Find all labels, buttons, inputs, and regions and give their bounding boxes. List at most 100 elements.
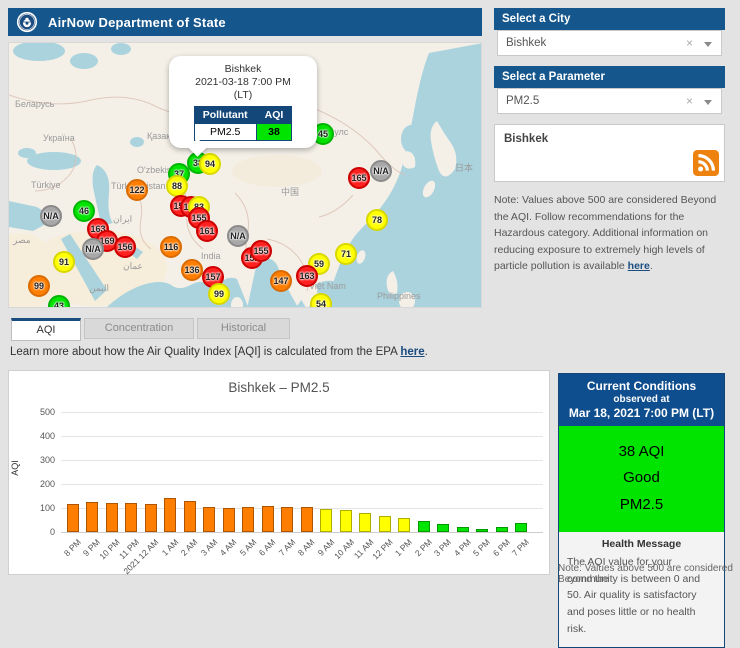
chart-x-tick-label: 11 AM [351, 537, 376, 561]
map-marker-aqi[interactable]: 91 [53, 251, 75, 273]
map-marker-aqi[interactable]: 88 [166, 175, 188, 197]
popup-col-pollutant: Pollutant [193, 106, 257, 125]
popup-city: Bishkek [224, 63, 262, 75]
sidebar-note-suffix: . [649, 260, 653, 273]
chart-x-tick-label: 12 PM [370, 537, 395, 562]
learn-more-link[interactable]: here [400, 346, 424, 358]
rss-icon[interactable] [693, 150, 719, 176]
feed-city-label: Bishkek [504, 133, 549, 145]
map-marker-aqi[interactable]: 161 [196, 220, 218, 242]
chart-x-tick-label: 6 AM [257, 537, 278, 558]
chart-bar [261, 505, 274, 532]
map-marker-aqi[interactable]: N/A [370, 160, 392, 182]
cc-aqi-value: 38 AQI [618, 443, 665, 460]
feed-box: Bishkek [494, 124, 725, 182]
cc-note-clipped: Note: Values above 500 are considered Be… [558, 563, 733, 585]
clear-parameter-icon[interactable]: × [686, 89, 693, 113]
chart-bar [476, 528, 489, 532]
popup-aqi-value: 38 [255, 123, 293, 142]
chart-bar [300, 507, 313, 532]
map-marker-aqi[interactable]: 155 [250, 240, 272, 262]
map-marker-aqi[interactable]: 163 [296, 265, 318, 287]
map-country-label: 中国 [281, 187, 300, 197]
chart-gridline [61, 484, 543, 485]
chart-x-tick-label: 3 AM [198, 537, 220, 558]
map-marker-aqi[interactable]: 165 [348, 167, 370, 189]
map-marker-aqi[interactable]: N/A [82, 238, 104, 260]
chart-y-tick: 200 [39, 479, 55, 489]
map-country-label: عمان [123, 261, 143, 271]
map-marker-aqi[interactable]: 99 [28, 275, 50, 297]
chart-x-tick-label: 2 PM [412, 537, 434, 559]
map-country-label: مصر [13, 235, 31, 245]
clear-city-icon[interactable]: × [686, 31, 693, 55]
map-marker-aqi[interactable]: 94 [199, 153, 221, 175]
map-marker-aqi[interactable]: 99 [208, 283, 230, 305]
chart-bar [398, 518, 411, 532]
chart-y-tick: 0 [49, 527, 55, 537]
chart-bar [164, 498, 177, 532]
chart-x-tick-label: 6 PM [490, 537, 512, 559]
view-tabs: AQI Concentration Historical [11, 318, 293, 341]
chart-x-tick-label: 4 AM [218, 537, 239, 558]
chevron-down-icon[interactable] [704, 42, 712, 47]
chart-y-tick: 100 [39, 503, 55, 513]
chart-x-tick-label: 3 PM [432, 537, 454, 559]
chart-y-tick: 500 [39, 407, 55, 417]
map-marker-aqi[interactable]: N/A [227, 225, 249, 247]
tab-aqi[interactable]: AQI [11, 318, 81, 341]
chart-bar [339, 509, 352, 532]
map-popup: Bishkek 2021-03-18 7:00 PM (LT) Pollutan… [169, 56, 317, 157]
chart-bar [105, 503, 118, 532]
chart-bar [86, 502, 99, 532]
map-country-label: India [201, 251, 221, 261]
learn-more-suffix: . [424, 346, 428, 358]
chart-bar [456, 526, 469, 532]
learn-more-text: Learn more about how the Air Quality Ind… [10, 346, 428, 358]
chart-x-tick-label: 8 AM [296, 537, 317, 558]
map-marker-aqi[interactable]: 136 [181, 259, 203, 281]
map-country-label: Україна [43, 133, 75, 143]
chart-bar [203, 506, 216, 532]
tab-historical[interactable]: Historical [197, 318, 290, 339]
chart-bar [183, 501, 196, 532]
chart-gridline [61, 436, 543, 437]
city-select[interactable]: Bishkek × [497, 30, 722, 56]
map-country-label: Türkiye [31, 180, 61, 190]
chart-x-tick-label: 7 PM [510, 537, 532, 559]
map-marker-aqi[interactable]: N/A [40, 205, 62, 227]
map-marker-aqi[interactable]: 71 [335, 243, 357, 265]
learn-more-prefix: Learn more about how the Air Quality Ind… [10, 346, 401, 358]
map-marker-aqi[interactable]: 78 [366, 209, 388, 231]
chart-bar [359, 512, 372, 532]
chart-x-tick-label: 5 PM [471, 537, 493, 559]
tab-concentration[interactable]: Concentration [84, 318, 194, 339]
map-marker-aqi[interactable]: 116 [160, 236, 182, 258]
chart-bar [495, 527, 508, 532]
cc-aqi-block: 38 AQI Good PM2.5 [559, 426, 724, 532]
chart-x-tick-label: 1 PM [393, 537, 415, 559]
chart-bar [437, 524, 450, 532]
chart-bar [281, 506, 294, 532]
parameter-select[interactable]: PM2.5 × [497, 88, 722, 114]
app-header: AirNow Department of State [8, 8, 482, 36]
chart-bar [222, 507, 235, 532]
map-country-label: 日本 [455, 163, 474, 173]
chart-bar [125, 503, 138, 532]
map-marker-aqi[interactable]: 156 [114, 236, 136, 258]
current-conditions-header: Current Conditions observed at Mar 18, 2… [559, 374, 724, 426]
popup-col-aqi: AQI [255, 106, 293, 125]
sidebar-note-link[interactable]: here [628, 260, 650, 272]
chevron-down-icon[interactable] [704, 100, 712, 105]
city-select-value: Bishkek [506, 37, 547, 49]
popup-table: Pollutant AQI PM2.5 38 [193, 106, 293, 142]
map-country-label: Philippines [377, 291, 421, 301]
map-marker-aqi[interactable]: 54 [310, 293, 332, 307]
chart-x-tick-label: 7 AM [276, 537, 298, 558]
aqi-map[interactable]: Беларусь Україна Қазақстан Türkiye O'zbekist… [8, 42, 482, 308]
map-marker-aqi[interactable]: 147 [270, 270, 292, 292]
cc-health-title: Health Message [601, 537, 682, 550]
map-marker-aqi[interactable]: 122 [126, 179, 148, 201]
popup-pollutant-value: PM2.5 [193, 123, 257, 142]
chart-x-tick-label: 8 PM [61, 537, 83, 559]
